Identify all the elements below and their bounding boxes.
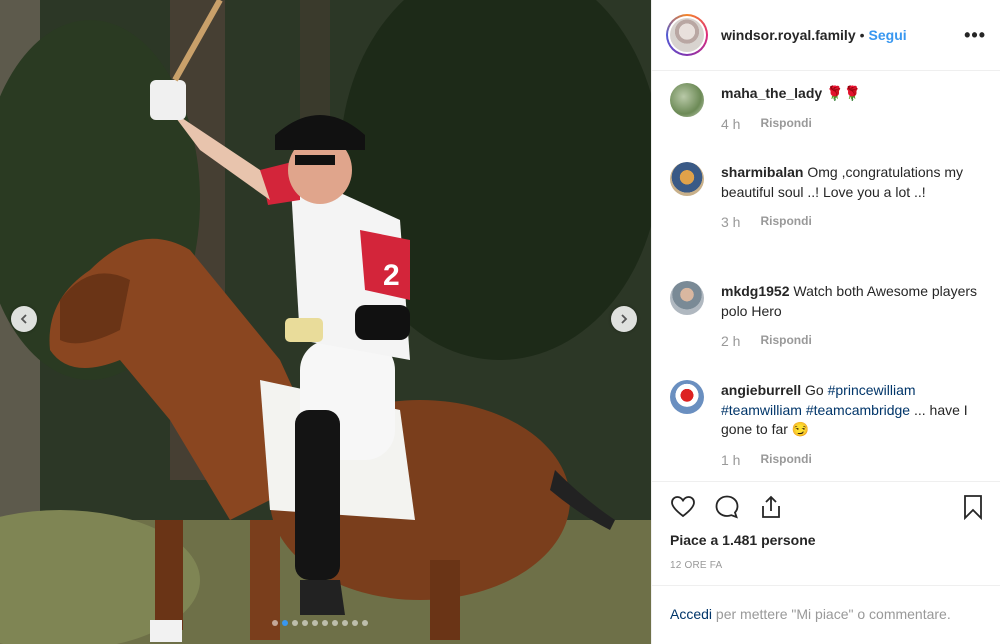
comment-content: 🌹🌹 (822, 85, 861, 101)
polo-photo: 2 (0, 0, 651, 644)
previous-slide-button[interactable] (11, 306, 37, 332)
bookmark-icon[interactable] (960, 494, 986, 520)
reply-button[interactable]: Rispondi (760, 116, 811, 132)
more-options-icon[interactable]: ••• (964, 25, 986, 46)
login-prompt-text: per mettere "Mi piace" o commentare. (712, 606, 951, 622)
separator-dot: • (859, 27, 865, 43)
carousel-indicator (272, 620, 368, 626)
post-side-panel: windsor.royal.family • Segui ••• maha_th… (651, 0, 1000, 644)
profile-picture (670, 18, 704, 52)
comment: angieburrell Go #princewilliam #teamwill… (670, 380, 986, 468)
commenter-avatar[interactable] (670, 380, 704, 414)
carousel-dot (282, 620, 288, 626)
comment-text: mkdg1952 Watch both Awesome players polo… (721, 282, 986, 321)
comment-text: maha_the_lady 🌹🌹 (721, 84, 861, 104)
comment: maha_the_lady 🌹🌹 4 h Rispondi (670, 83, 986, 132)
hashtag-link[interactable]: #teamcambridge (806, 402, 910, 418)
reply-button[interactable]: Rispondi (760, 214, 811, 230)
commenter-avatar[interactable] (670, 83, 704, 117)
comment-text: sharmibalan Omg ,congratulations my beau… (721, 163, 986, 202)
comment: mkdg1952 Watch both Awesome players polo… (670, 281, 986, 349)
post-header: windsor.royal.family • Segui ••• (652, 0, 1000, 71)
carousel-dot (272, 620, 278, 626)
commenter-avatar[interactable] (670, 162, 704, 196)
carousel-dot (302, 620, 308, 626)
comment-username[interactable]: mkdg1952 (721, 283, 789, 299)
carousel-dot (342, 620, 348, 626)
svg-text:2: 2 (383, 259, 400, 292)
follow-button[interactable]: Segui (869, 27, 907, 43)
carousel-dot (362, 620, 368, 626)
comment-content-start: Go (801, 382, 828, 398)
post-image[interactable]: 2 (0, 0, 651, 644)
carousel-dot (322, 620, 328, 626)
share-icon[interactable] (758, 494, 784, 520)
post-username[interactable]: windsor.royal.family (721, 27, 856, 43)
hashtag-link[interactable]: #princewilliam (828, 382, 916, 398)
comment-time[interactable]: 3 h (721, 214, 740, 230)
login-link[interactable]: Accedi (670, 606, 712, 622)
comment-time[interactable]: 1 h (721, 452, 740, 468)
comment-icon[interactable] (714, 494, 740, 520)
hashtag-link[interactable]: #teamwilliam (721, 402, 802, 418)
post-actions: Piace a 1.481 persone 12 ORE FA (652, 481, 1000, 571)
comment-username[interactable]: angieburrell (721, 382, 801, 398)
comment-meta: 4 h Rispondi (721, 116, 861, 132)
comment-meta: 1 h Rispondi (721, 452, 986, 468)
heart-icon[interactable] (670, 494, 696, 520)
next-slide-button[interactable] (611, 306, 637, 332)
comment: sharmibalan Omg ,congratulations my beau… (670, 162, 986, 230)
comments-list[interactable]: maha_the_lady 🌹🌹 4 h Rispondi sharmibala… (652, 72, 1000, 480)
comment-meta: 2 h Rispondi (721, 333, 986, 349)
comment-meta: 3 h Rispondi (721, 214, 986, 230)
carousel-dot (332, 620, 338, 626)
comment-username[interactable]: sharmibalan (721, 164, 803, 180)
carousel-dot (292, 620, 298, 626)
comment-username[interactable]: maha_the_lady (721, 85, 822, 101)
reply-button[interactable]: Rispondi (760, 452, 811, 468)
avatar[interactable] (666, 14, 708, 56)
commenter-avatar[interactable] (670, 281, 704, 315)
chevron-right-icon (621, 314, 628, 324)
carousel-dot (352, 620, 358, 626)
likes-count[interactable]: Piace a 1.481 persone (652, 524, 1000, 548)
comment-text: angieburrell Go #princewilliam #teamwill… (721, 381, 986, 440)
action-icons (652, 482, 1000, 524)
chevron-left-icon (20, 314, 27, 324)
comment-time[interactable]: 4 h (721, 116, 740, 132)
carousel-dot (312, 620, 318, 626)
post-timestamp: 12 ORE FA (670, 560, 723, 571)
comment-time[interactable]: 2 h (721, 333, 740, 349)
reply-button[interactable]: Rispondi (760, 333, 811, 349)
login-prompt: Accedi per mettere "Mi piace" o commenta… (652, 585, 1000, 644)
